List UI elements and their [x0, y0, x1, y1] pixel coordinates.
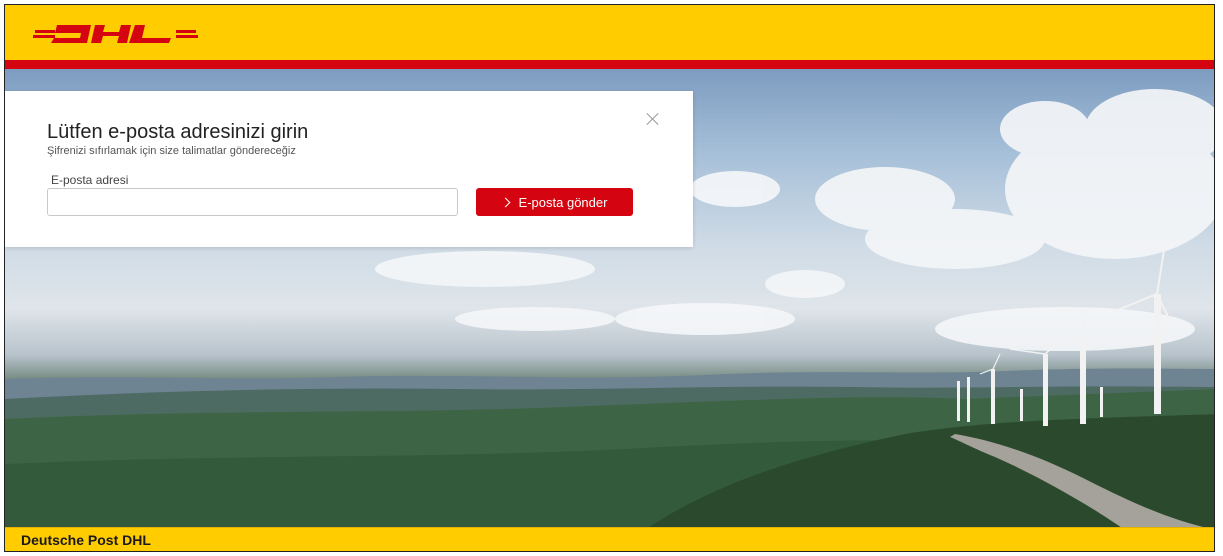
dialog-subtitle: Şifrenizi sıfırlamak için size talimatla…: [47, 145, 296, 157]
header-bar: [5, 5, 1214, 60]
page-frame: Lütfen e-posta adresinizi girin Şifreniz…: [4, 4, 1215, 552]
header-red-stripe: [5, 60, 1214, 69]
close-icon[interactable]: [643, 109, 663, 129]
footer-bar: Deutsche Post DHL: [5, 527, 1214, 551]
email-field-label: E-posta adresi: [51, 173, 129, 187]
footer-company-name: Deutsche Post DHL: [21, 532, 151, 548]
email-field[interactable]: [47, 188, 458, 216]
dhl-logo[interactable]: [33, 23, 198, 45]
dialog-title: Lütfen e-posta adresinizi girin: [47, 121, 309, 143]
reset-password-dialog: Lütfen e-posta adresinizi girin Şifreniz…: [5, 91, 693, 247]
chevron-right-icon: [500, 197, 510, 207]
send-email-button[interactable]: E-posta gönder: [476, 188, 633, 216]
send-email-button-label: E-posta gönder: [518, 194, 608, 210]
